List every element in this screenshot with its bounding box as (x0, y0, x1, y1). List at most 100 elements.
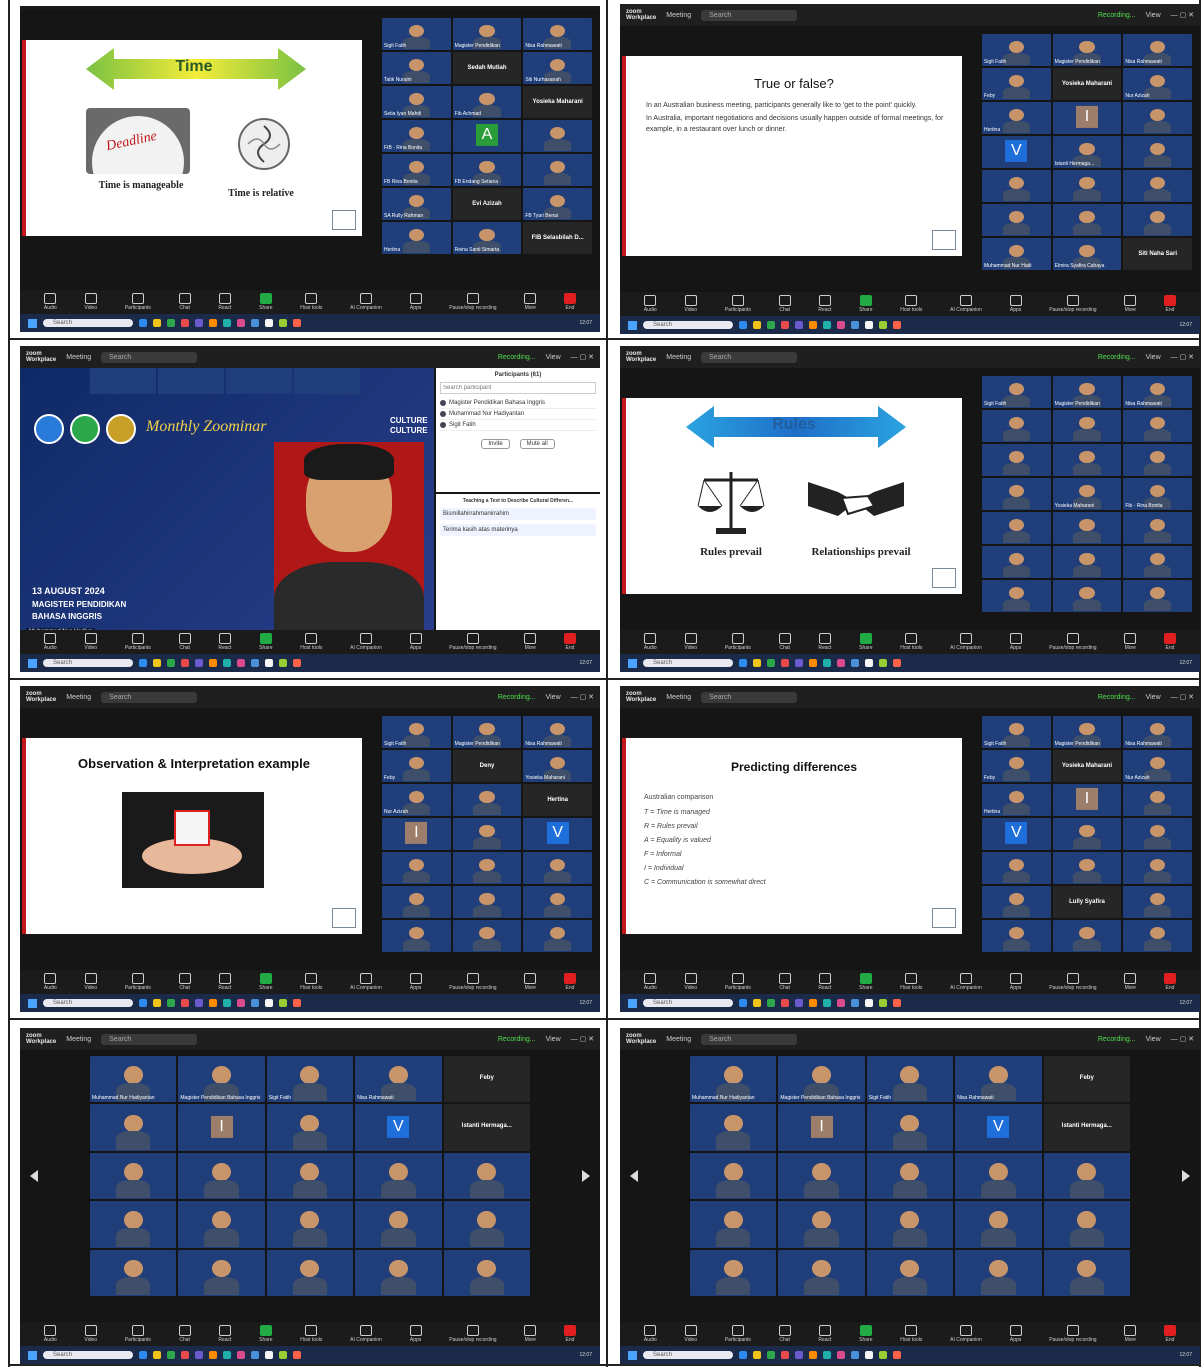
participant-tile[interactable]: Fib Achmad (452, 86, 522, 118)
participant-tile[interactable]: Muhammad Nur Hadi (982, 238, 1051, 270)
participant-tile[interactable]: Lully Syafira (1052, 886, 1122, 918)
participant-tile[interactable]: A (452, 120, 522, 152)
toolbar-button-react[interactable]: React (218, 633, 231, 651)
participant-tile[interactable] (1123, 818, 1192, 850)
toolbar-button-pause-stop-recording[interactable]: Pause/stop recording (1049, 295, 1097, 313)
participant-tile[interactable]: Magister Pendidikan (1052, 34, 1122, 66)
participant-tile[interactable]: I (778, 1104, 865, 1151)
participant-tile[interactable] (982, 920, 1051, 952)
view-menu[interactable]: View (546, 1036, 561, 1043)
toolbar-button-chat[interactable]: Chat (778, 1325, 791, 1343)
participant-tile[interactable] (90, 1104, 177, 1151)
taskbar-app-icon[interactable] (753, 1351, 761, 1359)
participant-tile[interactable] (982, 170, 1051, 202)
participant-tile[interactable]: Tatik Nuraini (382, 52, 451, 84)
participant-tile[interactable]: Feby (443, 1056, 530, 1103)
toolbar-button-audio[interactable]: Audio (44, 293, 57, 311)
toolbar-button-participants[interactable]: Participants (125, 1325, 151, 1343)
toolbar-button-pause-stop-recording[interactable]: Pause/stop recording (1049, 1325, 1097, 1343)
window-controls[interactable]: — ▢ ✕ (571, 693, 594, 701)
toolbar-button-participants[interactable]: Participants (125, 633, 151, 651)
gallery-next-arrow[interactable] (1182, 1170, 1190, 1182)
toolbar-button-host-tools[interactable]: Host tools (900, 633, 922, 651)
participant-tile[interactable] (178, 1152, 265, 1200)
taskbar-app-icon[interactable] (837, 999, 845, 1007)
window-controls[interactable]: — ▢ ✕ (1171, 1035, 1194, 1043)
recording-indicator[interactable]: Recording... (498, 694, 536, 701)
participant-tile[interactable] (1052, 204, 1122, 236)
taskbar-app-icon[interactable] (753, 999, 761, 1007)
toolbar-button-participants[interactable]: Participants (725, 1325, 751, 1343)
participant-tile[interactable] (1123, 136, 1192, 168)
toolbar-button-more[interactable]: More (524, 1325, 537, 1343)
toolbar-button-share[interactable]: Share (859, 633, 872, 651)
toolbar-button-chat[interactable]: Chat (178, 633, 191, 651)
taskbar-app-icon[interactable] (153, 659, 161, 667)
participant-tile[interactable]: Istanti Hermaga... (443, 1104, 530, 1151)
toolbar-button-video[interactable]: Video (684, 1325, 697, 1343)
titlebar-search[interactable]: Search (701, 691, 798, 703)
taskbar-app-icon[interactable] (781, 1351, 789, 1359)
taskbar-app-icon[interactable] (251, 999, 259, 1007)
taskbar-app-icon[interactable] (823, 999, 831, 1007)
taskbar-app-icon[interactable] (251, 319, 259, 327)
toolbar-button-share[interactable]: Share (259, 633, 272, 651)
taskbar-app-icon[interactable] (167, 659, 175, 667)
taskbar-app-icon[interactable] (767, 999, 775, 1007)
taskbar-app-icon[interactable] (739, 999, 747, 1007)
toolbar-button-end[interactable]: End (563, 973, 576, 991)
participant-tile[interactable]: Yosieka Maharani (1052, 68, 1122, 100)
taskbar-app-icon[interactable] (823, 321, 831, 329)
participant-tile[interactable] (1123, 512, 1192, 544)
toolbar-button-audio[interactable]: Audio (44, 633, 57, 651)
participant-tile[interactable]: V (982, 136, 1051, 168)
participant-tile[interactable] (90, 1152, 177, 1200)
participant-tile[interactable]: Istanti Hermaga... (1052, 136, 1122, 168)
taskbar-app-icon[interactable] (879, 321, 887, 329)
taskbar-app-icon[interactable] (893, 999, 901, 1007)
participant-tile[interactable] (982, 478, 1051, 510)
participant-tile[interactable] (778, 1152, 865, 1200)
windows-start-icon[interactable] (628, 658, 637, 668)
participant-tile[interactable]: Magister Pendidikan Bahasa Inggris (178, 1056, 265, 1103)
toolbar-button-react[interactable]: React (218, 293, 231, 311)
participant-tile[interactable] (355, 1152, 442, 1200)
toolbar-button-host-tools[interactable]: Host tools (900, 295, 922, 313)
toolbar-button-pause-stop-recording[interactable]: Pause/stop recording (1049, 633, 1097, 651)
toolbar-button-apps[interactable]: Apps (1009, 295, 1022, 313)
taskbar-app-icon[interactable] (237, 319, 245, 327)
taskbar-app-icon[interactable] (265, 999, 273, 1007)
titlebar-search[interactable]: Search (101, 1033, 198, 1045)
taskbar-app-icon[interactable] (865, 321, 873, 329)
taskbar-app-icon[interactable] (251, 659, 259, 667)
taskbar-search[interactable]: Search (643, 659, 733, 667)
participant-tile[interactable] (778, 1249, 865, 1296)
participant-tile[interactable]: Nisa Rahmawati (1123, 34, 1192, 66)
participant-tile[interactable] (1123, 920, 1192, 952)
participant-tile[interactable]: Nisa Rahmawati (1123, 716, 1192, 748)
taskbar-app-icon[interactable] (851, 999, 859, 1007)
toolbar-button-share[interactable]: Share (259, 1325, 272, 1343)
taskbar-app-icon[interactable] (879, 999, 887, 1007)
taskbar-app-icon[interactable] (879, 659, 887, 667)
participant-tile[interactable] (523, 886, 592, 918)
participant-tile[interactable] (443, 1152, 530, 1200)
participant-tile[interactable]: Sigit Fatih (866, 1056, 954, 1103)
toolbar-button-video[interactable]: Video (684, 295, 697, 313)
participant-tile[interactable] (452, 886, 522, 918)
view-menu[interactable]: View (1146, 694, 1161, 701)
participant-tile[interactable] (690, 1152, 777, 1200)
windows-start-icon[interactable] (628, 320, 637, 330)
toolbar-button-audio[interactable]: Audio (44, 1325, 57, 1343)
participant-tile[interactable]: Sigit Fatih (982, 34, 1051, 66)
taskbar-app-icon[interactable] (809, 999, 817, 1007)
toolbar-button-more[interactable]: More (524, 293, 537, 311)
windows-start-icon[interactable] (28, 1350, 37, 1360)
recording-indicator[interactable]: Recording... (498, 1036, 536, 1043)
toolbar-button-audio[interactable]: Audio (44, 973, 57, 991)
window-controls[interactable]: — ▢ ✕ (1171, 11, 1194, 19)
view-menu[interactable]: View (546, 354, 561, 361)
participant-tile[interactable] (1123, 444, 1192, 476)
participant-tile[interactable]: Nisa Rahmawati (523, 18, 592, 50)
toolbar-button-pause-stop-recording[interactable]: Pause/stop recording (449, 1325, 497, 1343)
